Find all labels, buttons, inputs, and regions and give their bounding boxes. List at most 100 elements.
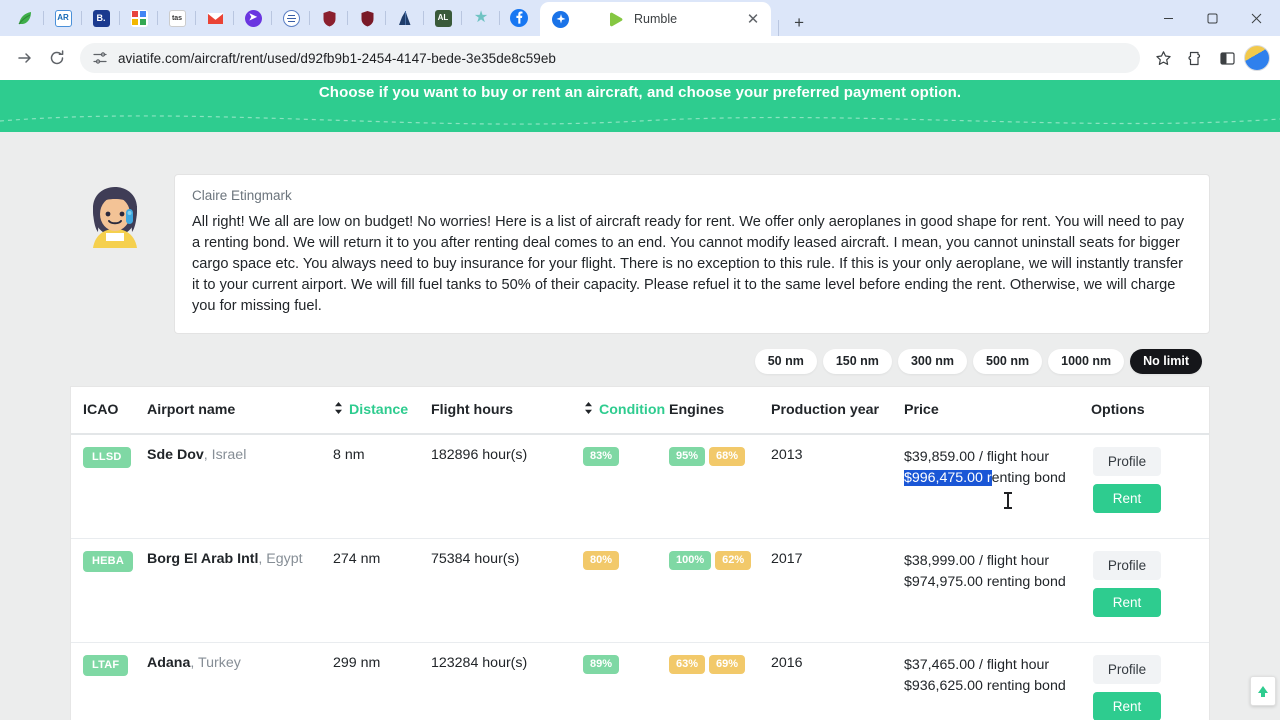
bookmark-shield-1-icon[interactable]: [310, 0, 348, 36]
engine-badges: 63% 69%: [669, 655, 746, 674]
profile-button[interactable]: Profile: [1093, 655, 1161, 684]
cell-flight-hours: 182896 hour(s): [431, 434, 583, 539]
rent-button[interactable]: Rent: [1093, 692, 1161, 720]
cell-condition: 80%: [583, 538, 669, 643]
column-header-label: Condition: [599, 402, 666, 418]
agent-message-card: Claire Etingmark All right! We all are l…: [174, 174, 1210, 334]
aircraft-table-container: ICAO Airport name Distance Flight hours Cond…: [70, 386, 1210, 720]
browser-chrome: AR B. tas ➤ AL ★ Rumble ✕ + aviatife.com…: [0, 0, 1280, 80]
profile-button[interactable]: Profile: [1093, 447, 1161, 476]
bookmark-circle-icon[interactable]: [272, 0, 310, 36]
column-header-label: Options: [1091, 402, 1145, 418]
column-header-label: Airport name: [147, 402, 236, 418]
agent-avatar-icon: [76, 178, 154, 256]
column-header-flight-hours: Flight hours: [431, 387, 583, 435]
distance-filter-500-nm[interactable]: 500 nm: [973, 349, 1043, 374]
window-controls: [1146, 0, 1280, 36]
new-tab-button[interactable]: +: [786, 10, 812, 36]
scroll-to-top-button[interactable]: [1250, 676, 1276, 706]
window-maximize-button[interactable]: [1190, 2, 1234, 34]
distance-filter-1000-nm[interactable]: 1000 nm: [1048, 349, 1125, 374]
bookmark-tas-icon[interactable]: tas: [158, 0, 196, 36]
tab-rumble-title: Rumble: [634, 12, 678, 26]
cell-icao: HEBA: [71, 538, 147, 643]
cell-production-year: 2017: [771, 538, 904, 643]
bookmark-star-icon[interactable]: ★: [462, 0, 500, 36]
sort-arrows-icon: [583, 401, 594, 419]
side-panel-icon[interactable]: [1212, 43, 1242, 73]
cell-price: $38,999.00 / flight hour $974,975.00 rent…: [904, 538, 1091, 643]
column-header-label: Price: [904, 402, 939, 418]
agent-name: Claire Etingmark: [192, 188, 292, 203]
reload-icon[interactable]: [42, 43, 72, 73]
bookmark-booking-icon[interactable]: B.: [82, 0, 120, 36]
cell-distance: 299 nm: [333, 642, 431, 720]
column-header-condition[interactable]: Condition: [583, 387, 669, 435]
cell-price: $37,465.00 / flight hour $936,625.00 rent…: [904, 642, 1091, 720]
forward-icon[interactable]: [10, 43, 40, 73]
bookmark-al-icon[interactable]: AL: [424, 0, 462, 36]
bookmark-navigate-icon[interactable]: ➤: [234, 0, 272, 36]
profile-button[interactable]: Profile: [1093, 551, 1161, 580]
condition-badge: 80%: [583, 551, 620, 570]
browser-toolbar: aviatife.com/aircraft/rent/used/d92fb9b1…: [0, 36, 1280, 80]
renting-bond: $936,625.00 renting bond: [904, 678, 1066, 694]
rent-button[interactable]: Rent: [1093, 484, 1161, 513]
column-header-label: Engines: [669, 402, 725, 418]
window-minimize-button[interactable]: [1146, 2, 1190, 34]
cell-options: Profile Rent: [1091, 434, 1209, 539]
sort-arrows-icon: [333, 401, 344, 419]
bookmark-bar: AR B. tas ➤ AL ★: [6, 0, 538, 36]
airport-country: , Egypt: [258, 551, 303, 567]
address-bar[interactable]: aviatife.com/aircraft/rent/used/d92fb9b1…: [80, 43, 1140, 73]
extensions-icon[interactable]: [1180, 43, 1210, 73]
bookmark-tower-icon[interactable]: [386, 0, 424, 36]
engine-badge: 63%: [669, 655, 706, 674]
column-header-airport-name: Airport name: [147, 387, 333, 435]
tab-close-icon[interactable]: ✕: [743, 9, 763, 29]
distance-filter-150-nm[interactable]: 150 nm: [822, 349, 892, 374]
column-header-label: Flight hours: [431, 402, 513, 418]
main-content: Claire Etingmark All right! We all are l…: [0, 132, 1280, 720]
bookmark-gmail-icon[interactable]: [196, 0, 234, 36]
tab-rumble[interactable]: Rumble: [607, 2, 681, 36]
engine-badge: 68%: [709, 447, 746, 466]
bookmark-star-icon[interactable]: [1148, 43, 1178, 73]
icao-badge: LLSD: [83, 447, 131, 468]
price-per-hour: $37,465.00 / flight hour: [904, 657, 1050, 673]
cell-airport-name: Borg El Arab Intl, Egypt: [147, 538, 333, 643]
site-settings-icon[interactable]: [92, 50, 108, 66]
table-row: HEBA Borg El Arab Intl, Egypt 274 nm 75384 …: [71, 538, 1209, 643]
table-row: LTAF Adana, Turkey 299 nm 123284 hour(s) 89%…: [71, 642, 1209, 720]
bookmark-aa-icon[interactable]: AR: [44, 0, 82, 36]
distance-filter-300-nm[interactable]: 300 nm: [897, 349, 968, 374]
column-header-label: ICAO: [83, 402, 119, 418]
cell-options: Profile Rent: [1091, 642, 1209, 720]
column-header-icao: ICAO: [71, 387, 147, 435]
aircraft-table: ICAO Airport name Distance Flight hours Cond…: [71, 387, 1209, 720]
cell-production-year: 2016: [771, 642, 904, 720]
profile-avatar[interactable]: [1244, 45, 1270, 71]
distance-filter-50-nm[interactable]: 50 nm: [754, 349, 817, 374]
cell-engines: 63% 69%: [669, 642, 771, 720]
text-cursor: [1004, 492, 1012, 509]
page-content: Choose if you want to buy or rent an air…: [0, 80, 1280, 720]
column-header-distance[interactable]: Distance: [333, 387, 431, 435]
distance-filter-no-limit[interactable]: No limit: [1130, 349, 1202, 374]
cell-flight-hours: 123284 hour(s): [431, 642, 583, 720]
tab-aviatife[interactable]: Rumble ✕: [540, 2, 772, 36]
airport-country: , Israel: [203, 447, 247, 463]
bookmark-grid-icon[interactable]: [120, 0, 158, 36]
window-close-button[interactable]: [1234, 2, 1278, 34]
bookmark-leaf-icon[interactable]: [6, 0, 44, 36]
bookmark-shield-2-icon[interactable]: [348, 0, 386, 36]
cell-distance: 274 nm: [333, 538, 431, 643]
hero-wave-decoration: [0, 104, 1280, 132]
rent-button[interactable]: Rent: [1093, 588, 1161, 617]
table-body: LLSD Sde Dov, Israel 8 nm 182896 hour(s) 83%…: [71, 434, 1209, 720]
condition-badge: 83%: [583, 447, 620, 466]
bookmark-facebook-icon[interactable]: [500, 0, 538, 36]
cell-airport-name: Adana, Turkey: [147, 642, 333, 720]
hero-banner: Choose if you want to buy or rent an air…: [0, 80, 1280, 132]
table-header-row: ICAO Airport name Distance Flight hours Cond…: [71, 387, 1209, 435]
